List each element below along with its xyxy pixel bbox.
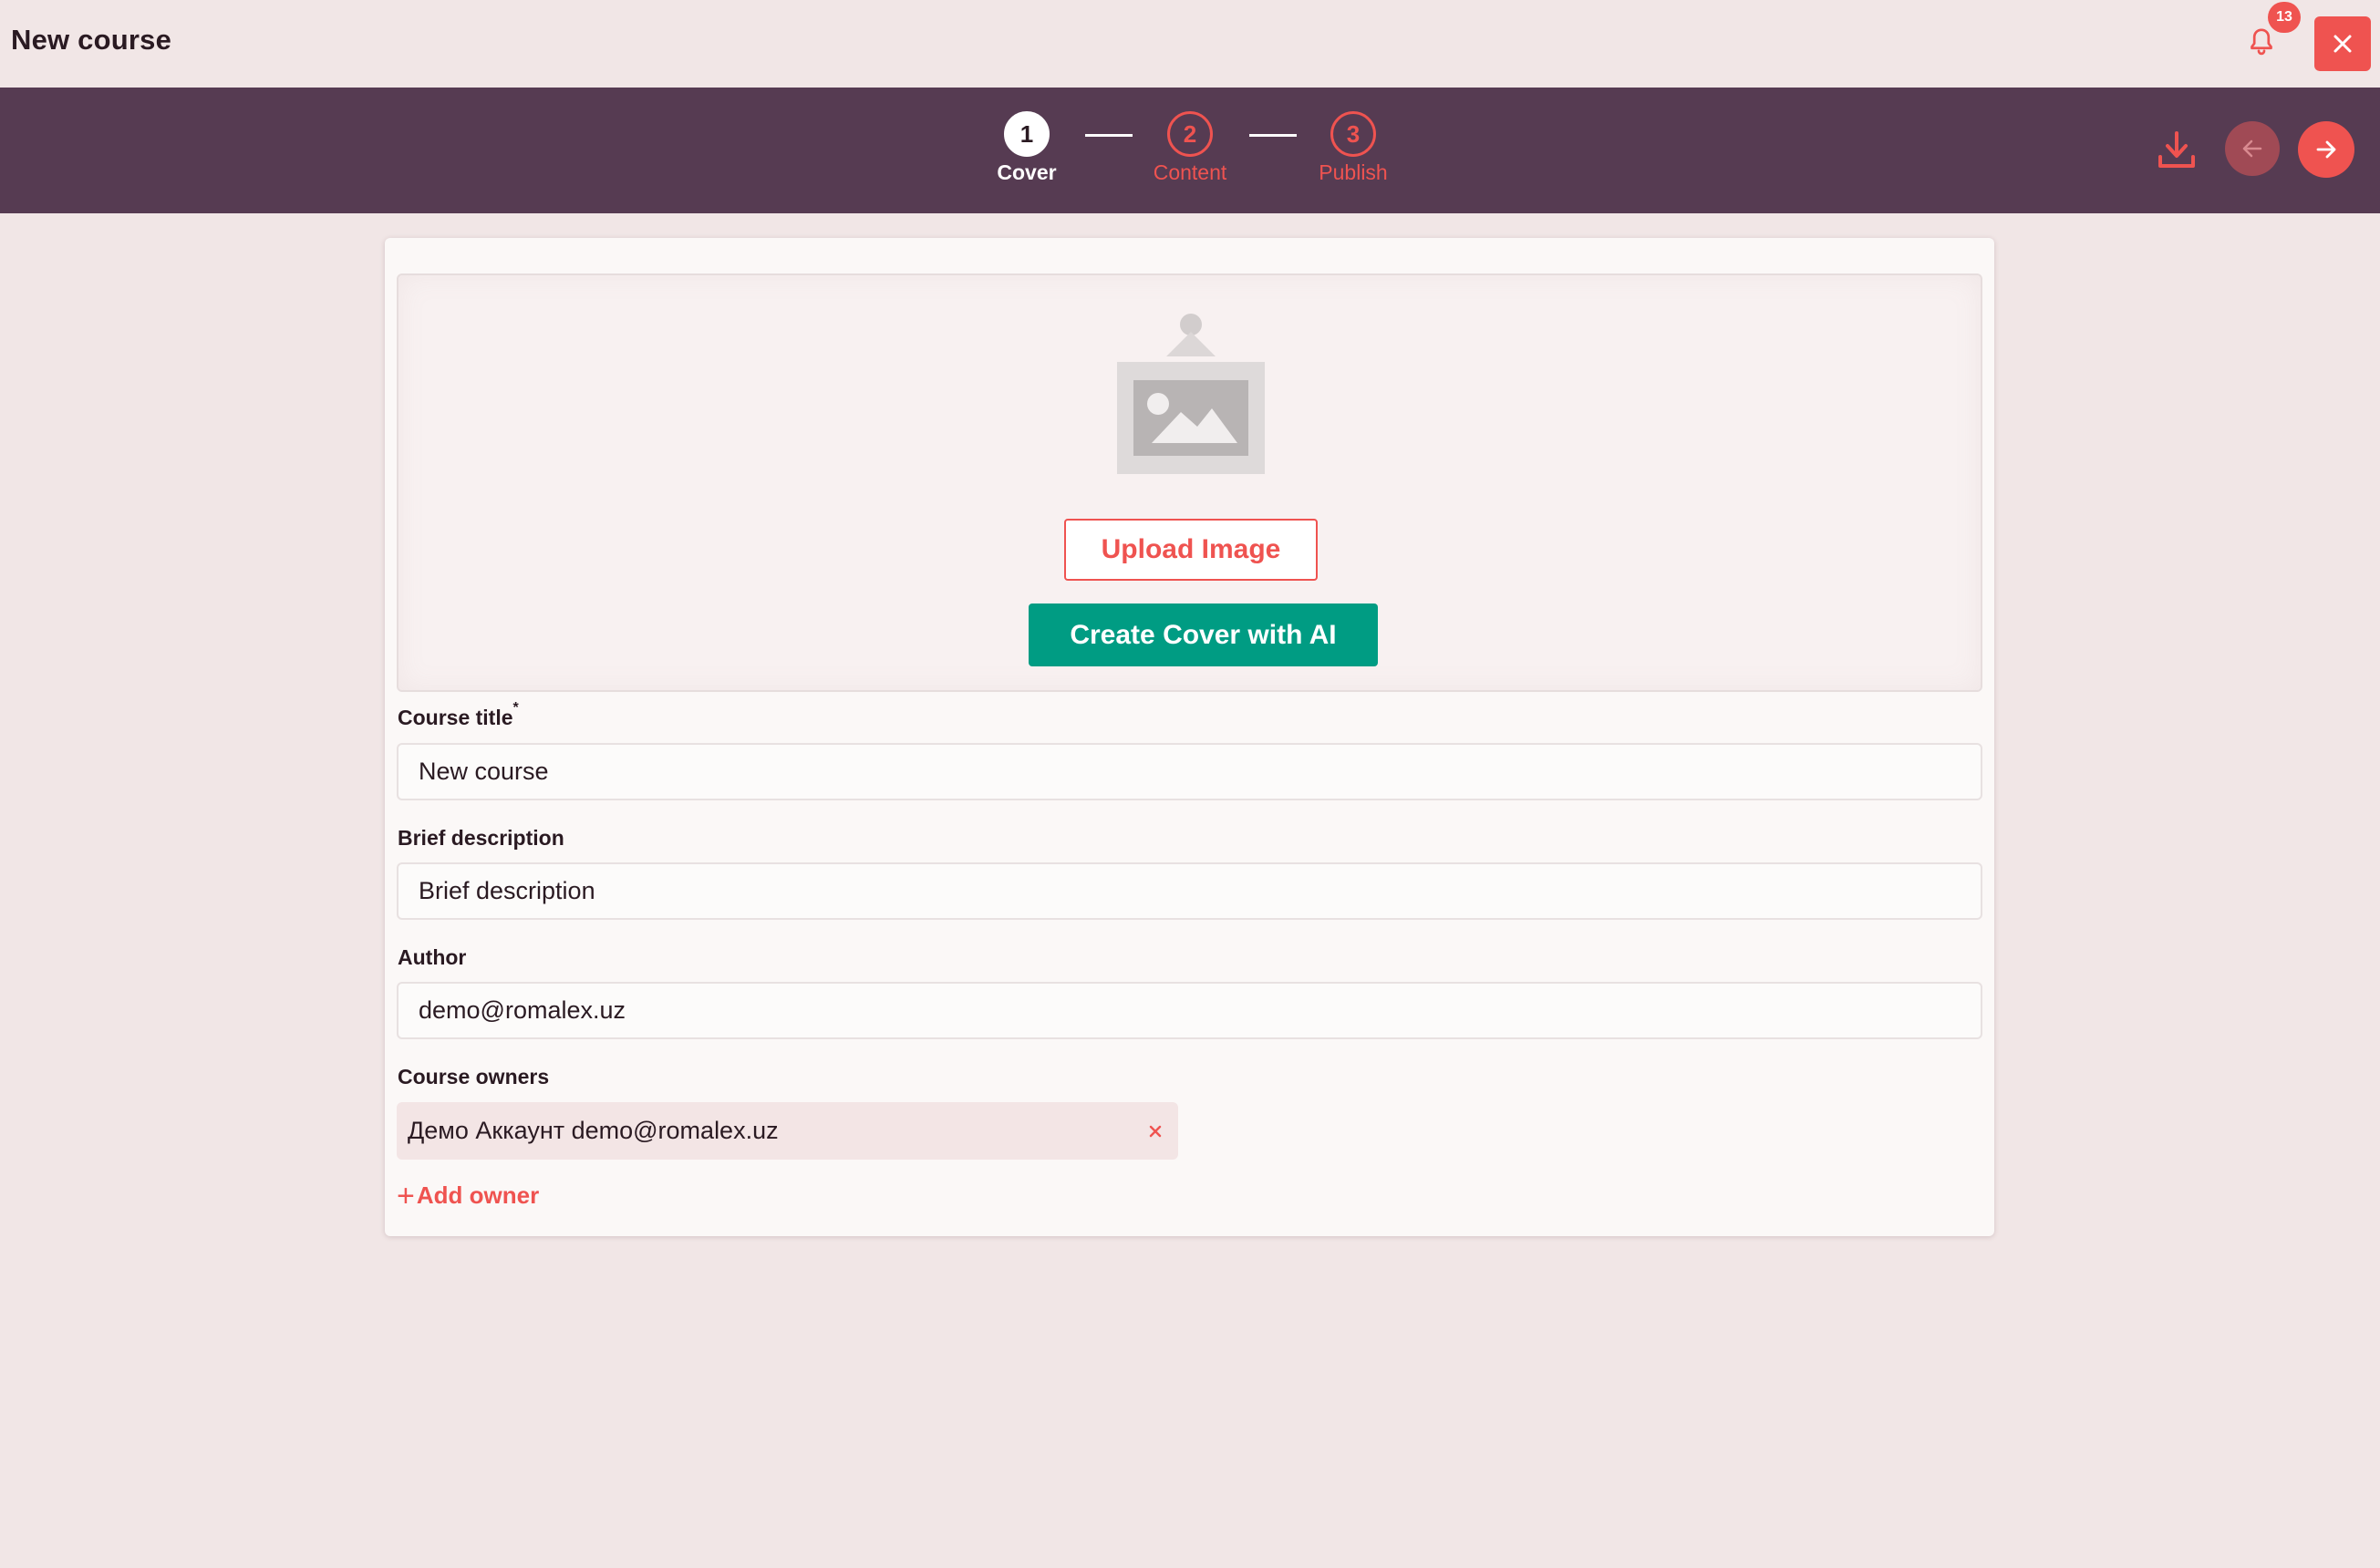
upload-image-button[interactable]: Upload Image (1064, 519, 1318, 581)
back-button[interactable] (2225, 121, 2280, 176)
step-content[interactable]: 2 Content (1108, 88, 1272, 213)
step-label: Publish (1319, 160, 1388, 184)
step-number: 1 (1004, 111, 1050, 157)
add-owner-link[interactable]: + Add owner (397, 1178, 540, 1213)
course-title-input[interactable] (397, 743, 1982, 800)
owner-chip: Демо Аккаунт demo@romalex.uz (397, 1102, 1178, 1160)
author-label: Author (398, 945, 467, 969)
arrow-right-icon (2316, 140, 2336, 159)
course-owners-label: Course owners (398, 1065, 550, 1088)
step-label: Cover (997, 160, 1057, 184)
image-placeholder-icon (1117, 314, 1265, 474)
add-owner-label: Add owner (416, 1181, 540, 1209)
create-cover-ai-button[interactable]: Create Cover with AI (1029, 603, 1378, 666)
owner-chip-text: Демо Аккаунт demo@romalex.uz (408, 1117, 779, 1144)
step-cover[interactable]: 1 Cover (945, 88, 1109, 213)
author-input[interactable] (397, 982, 1982, 1039)
remove-owner-button[interactable] (1143, 1119, 1167, 1143)
next-button[interactable] (2298, 121, 2354, 178)
top-bar: New course 13 (0, 0, 2380, 87)
close-icon (1149, 1125, 1162, 1138)
arrow-left-icon (2242, 139, 2262, 158)
plus-icon: + (397, 1178, 415, 1213)
close-button[interactable] (2314, 16, 2371, 71)
brief-description-label: Brief description (398, 826, 564, 850)
course-title-label-text: Course title (398, 706, 513, 729)
course-form-card: Upload Image Create Cover with AI Course… (385, 238, 1994, 1236)
close-icon (2333, 35, 2352, 53)
stepper-bar: 1 Cover 2 Content 3 Publish (0, 88, 2380, 213)
step-label: Content (1153, 160, 1227, 184)
required-mark: * (512, 700, 519, 716)
page-title: New course (11, 24, 172, 56)
brief-description-input[interactable] (397, 862, 1982, 920)
download-icon (2158, 131, 2195, 168)
cover-upload-area: Upload Image Create Cover with AI (397, 273, 1982, 692)
course-title-label: Course title* (398, 700, 519, 730)
step-number: 3 (1330, 111, 1376, 157)
step-number: 2 (1167, 111, 1213, 157)
step-publish[interactable]: 3 Publish (1271, 88, 1435, 213)
bell-icon (2251, 28, 2272, 56)
notification-count-badge: 13 (2268, 2, 2301, 33)
download-button[interactable] (2154, 126, 2199, 175)
